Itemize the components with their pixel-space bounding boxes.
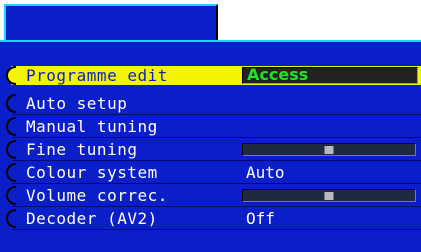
menu-item-label: Auto setup: [26, 94, 128, 113]
menu-item-auto-setup[interactable]: Auto setup: [6, 92, 421, 115]
menu-item-label: Fine tuning: [26, 140, 138, 159]
access-value: Access: [247, 65, 309, 84]
fine-tuning-slider[interactable]: [242, 143, 416, 156]
menu-item-label: Manual tuning: [26, 117, 158, 136]
access-value-box[interactable]: Access: [242, 65, 418, 84]
row-cap: [6, 209, 16, 228]
row-cap: [6, 94, 16, 113]
menu-item-label: Programme edit: [26, 66, 168, 85]
setup-menu-panel: Programme edit Access Auto setup Manual …: [0, 40, 421, 252]
row-divider: [12, 229, 421, 230]
slider-knob[interactable]: [324, 146, 334, 154]
colour-system-value: Auto: [246, 163, 285, 182]
row-cap: [6, 186, 16, 205]
menu-item-programme-edit[interactable]: Programme edit Access: [6, 64, 421, 87]
menu-item-fine-tuning[interactable]: Fine tuning: [6, 138, 421, 161]
menu-item-volume-correction[interactable]: Volume correc.: [6, 184, 421, 207]
row-cap: [6, 117, 16, 136]
menu-item-colour-system[interactable]: Colour system Auto: [6, 161, 421, 184]
row-cap: [6, 163, 16, 182]
row-cap: [6, 66, 16, 85]
volume-correction-slider[interactable]: [242, 189, 416, 202]
menu-item-label: Colour system: [26, 163, 158, 182]
menu-item-label: Decoder (AV2): [26, 209, 158, 228]
menu-item-decoder-av2[interactable]: Decoder (AV2) Off: [6, 207, 421, 230]
menu-item-label: Volume correc.: [26, 186, 168, 205]
row-cap: [6, 140, 16, 159]
slider-knob[interactable]: [324, 192, 334, 200]
decoder-av2-value: Off: [246, 209, 275, 228]
menu-item-manual-tuning[interactable]: Manual tuning: [6, 115, 421, 138]
